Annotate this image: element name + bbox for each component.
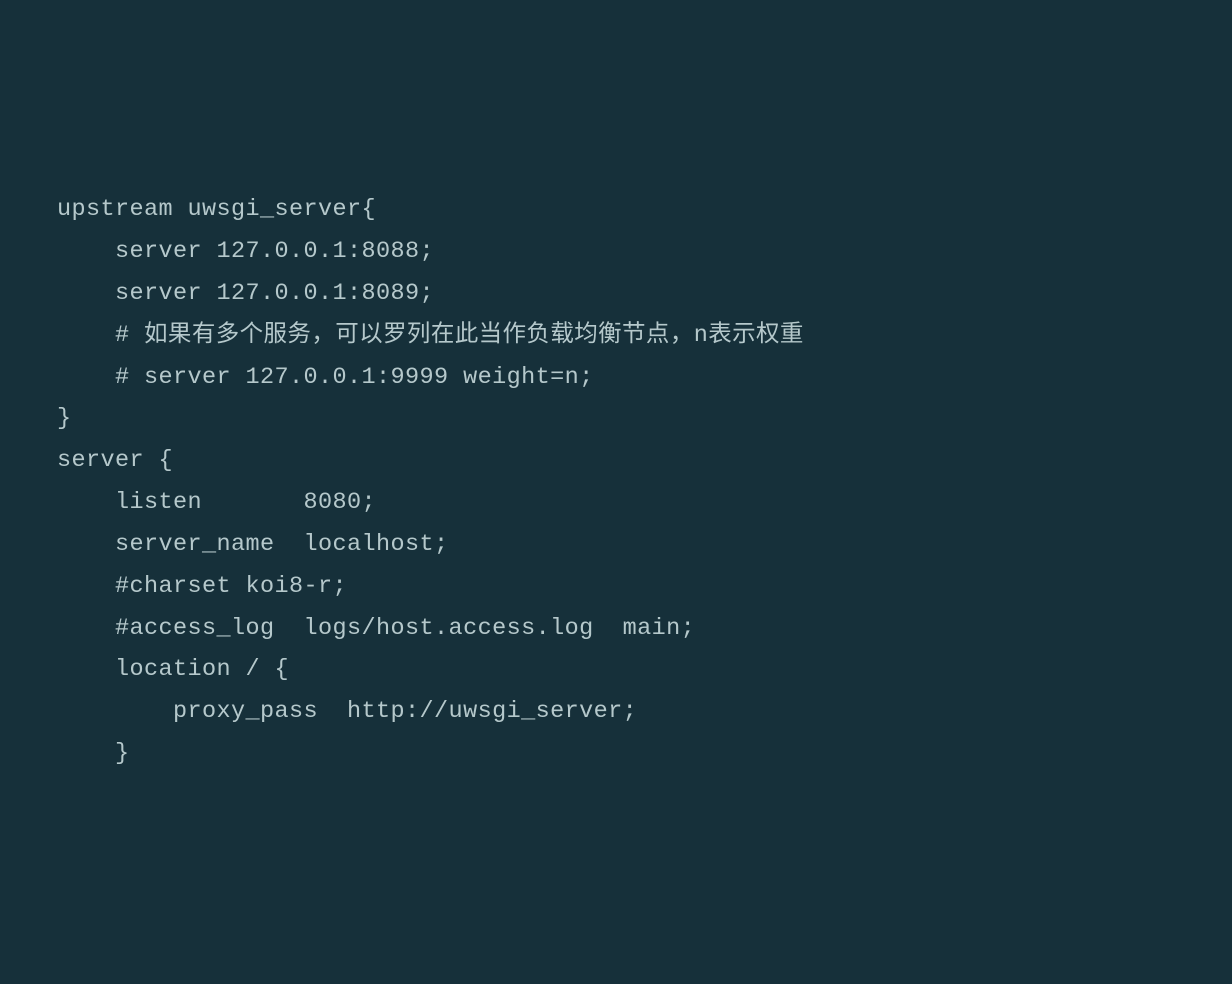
code-line: location / { [57,649,1232,691]
code-line: # server 127.0.0.1:9999 weight=n; [57,357,1232,399]
code-block: upstream uwsgi_server{ server 127.0.0.1:… [57,189,1232,775]
code-line: #charset koi8-r; [57,566,1232,608]
code-line: server 127.0.0.1:8089; [57,273,1232,315]
code-line: } [57,398,1232,440]
code-line: proxy_pass http://uwsgi_server; [57,691,1232,733]
code-line: server 127.0.0.1:8088; [57,231,1232,273]
code-line: listen 8080; [57,482,1232,524]
code-line: } [57,733,1232,775]
code-line: upstream uwsgi_server{ [57,189,1232,231]
code-line: server_name localhost; [57,524,1232,566]
code-line: #access_log logs/host.access.log main; [57,608,1232,650]
code-line: # 如果有多个服务，可以罗列在此当作负载均衡节点，n表示权重 [57,315,1232,357]
code-line: server { [57,440,1232,482]
